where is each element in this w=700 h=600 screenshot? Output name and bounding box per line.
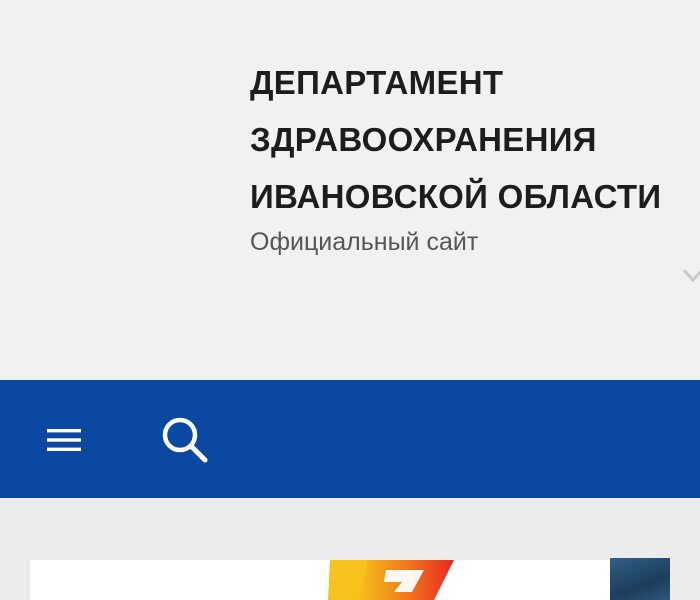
site-title-line-3: ИВАНОВСКОЙ ОБЛАСТИ: [250, 178, 662, 215]
banner-card[interactable]: [30, 560, 640, 600]
main-navbar: [0, 380, 700, 498]
site-subtitle: Официальный сайт: [250, 228, 479, 256]
site-header: ДЕПАРТАМЕНТ ЗДРАВООХРАНЕНИЯ ИВАНОВСКОЙ О…: [0, 0, 700, 380]
site-title: ДЕПАРТАМЕНТ ЗДРАВООХРАНЕНИЯ ИВАНОВСКОЙ О…: [250, 54, 661, 225]
search-button[interactable]: [150, 410, 220, 470]
chevron-icon: [682, 268, 700, 283]
search-icon: [162, 417, 208, 463]
menu-button[interactable]: [36, 418, 92, 462]
site-title-line-2: ЗДРАВООХРАНЕНИЯ: [250, 121, 597, 158]
menu-icon: [47, 429, 81, 451]
content-area: [0, 498, 700, 600]
side-image[interactable]: [610, 558, 670, 600]
site-title-line-1: ДЕПАРТАМЕНТ: [250, 64, 504, 101]
banner-logo: [328, 560, 454, 600]
